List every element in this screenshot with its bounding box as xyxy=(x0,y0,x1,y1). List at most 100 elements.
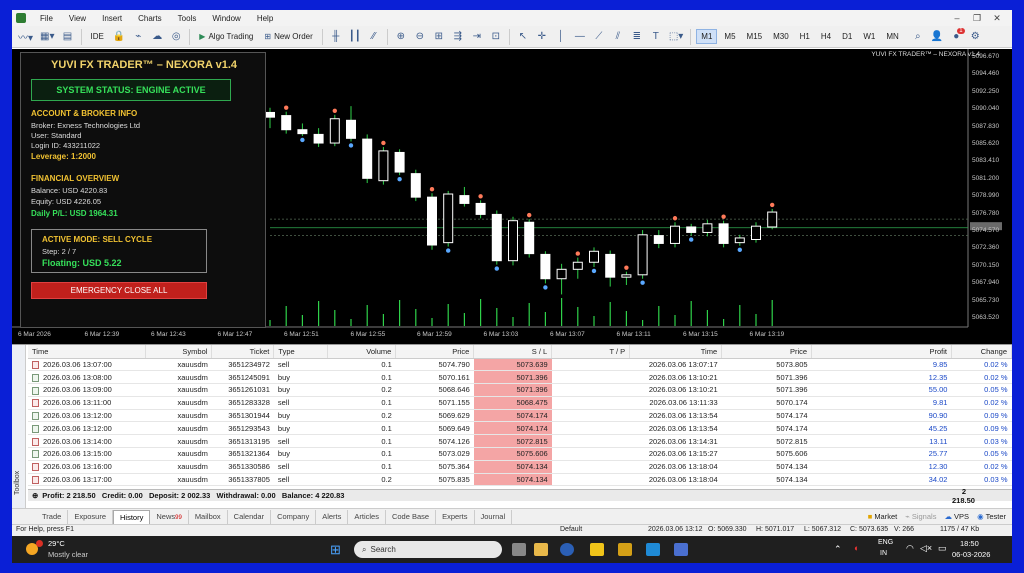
tray-security-icon[interactable]: ◐ xyxy=(854,543,859,553)
settings-icon[interactable]: ⚙ xyxy=(967,29,983,45)
col-ticket[interactable]: Ticket xyxy=(211,345,275,359)
close-icon[interactable]: ✕ xyxy=(990,12,1004,24)
table-row[interactable]: 2026.03.06 13:17:00 xauusdm 3651337805 sell… xyxy=(28,473,1012,487)
battery-icon[interactable]: ▭ xyxy=(938,543,947,554)
summary-expand-icon[interactable]: ⊕ xyxy=(32,491,38,500)
timeframe-h4[interactable]: H4 xyxy=(817,30,835,43)
crosshair-icon[interactable]: ✛ xyxy=(534,29,550,45)
tab-experts[interactable]: Experts xyxy=(436,509,475,524)
table-row[interactable]: 2026.03.06 13:11:00 xauusdm 3651283328 sell… xyxy=(28,396,1012,410)
col-profit[interactable]: Profit xyxy=(811,345,952,359)
timeframe-m30[interactable]: M30 xyxy=(769,30,793,43)
menu-file[interactable]: File xyxy=(32,14,61,23)
new-order-button[interactable]: ⊞ New Order xyxy=(260,29,316,45)
col-change[interactable]: Change xyxy=(951,345,1012,359)
vps-icon[interactable]: ☁ xyxy=(149,29,165,45)
zoom-out-icon[interactable]: ⊖ xyxy=(412,29,428,45)
timeframe-mn[interactable]: MN xyxy=(882,30,902,43)
zoom-in-icon[interactable]: ⊕ xyxy=(393,29,409,45)
fibonacci-icon[interactable]: ≣ xyxy=(629,29,645,45)
chart-shift-icon[interactable]: ⇥ xyxy=(469,29,485,45)
timeframe-d1[interactable]: D1 xyxy=(838,30,856,43)
tab-company[interactable]: Company xyxy=(271,509,317,524)
menu-insert[interactable]: Insert xyxy=(94,14,130,23)
table-row[interactable]: 2026.03.06 13:09:00 xauusdm 3651261031 buy 0… xyxy=(28,383,1012,397)
col-time[interactable]: Time xyxy=(28,345,147,359)
indicators-icon[interactable]: ⊡ xyxy=(488,29,504,45)
algo-trading-button[interactable]: ▶ Algo Trading xyxy=(195,29,257,45)
timeframe-m15[interactable]: M15 xyxy=(743,30,767,43)
tab-history[interactable]: History xyxy=(113,509,151,524)
timeframe-m1[interactable]: M1 xyxy=(696,29,718,44)
tab-exposure[interactable]: Exposure xyxy=(68,509,114,524)
vps-button[interactable]: ☁ VPS xyxy=(944,512,969,521)
metatrader-task-icon[interactable] xyxy=(646,543,660,556)
toolbox-side-tab[interactable]: Toolbox xyxy=(12,345,26,513)
ide-button[interactable]: IDE xyxy=(87,29,108,45)
table-row[interactable]: 2026.03.06 13:12:00 xauusdm 3651301944 buy 0… xyxy=(28,409,1012,423)
template-icon[interactable]: ▦▾ xyxy=(38,29,56,45)
tab-code-base[interactable]: Code Base xyxy=(386,509,437,524)
grid-icon[interactable]: ⊞ xyxy=(431,29,447,45)
col-close-time[interactable]: Time xyxy=(629,345,723,359)
table-row[interactable]: 2026.03.06 13:14:00 xauusdm 3651313195 sell… xyxy=(28,434,1012,449)
signals-button[interactable]: ⌁ Signals xyxy=(905,512,936,521)
signal-icon[interactable]: ⌁ xyxy=(130,29,146,45)
tab-mailbox[interactable]: Mailbox xyxy=(189,509,228,524)
text-tool-icon[interactable]: T xyxy=(648,29,664,45)
menu-help[interactable]: Help xyxy=(249,14,281,23)
tray-chevron-icon[interactable]: ⌃ xyxy=(834,544,842,555)
volume-icon[interactable]: ◁× xyxy=(920,543,932,554)
hp-app-icon[interactable] xyxy=(560,543,574,556)
taskbar-search[interactable]: ⌕ Search xyxy=(354,541,502,558)
table-row[interactable]: 2026.03.06 13:12:00 xauusdm 3651293543 buy 0… xyxy=(28,421,1012,436)
menu-window[interactable]: Window xyxy=(204,14,248,23)
tab-trade[interactable]: Trade xyxy=(36,509,69,524)
network-app-icon[interactable] xyxy=(674,543,688,556)
profiles-icon[interactable]: ▤ xyxy=(60,29,76,45)
table-row[interactable]: 2026.03.06 13:07:00 xauusdm 3651234972 sell… xyxy=(28,358,1012,372)
cursor-icon[interactable]: ↖ xyxy=(515,29,531,45)
timeframe-m5[interactable]: M5 xyxy=(720,30,739,43)
emergency-close-all-button[interactable]: EMERGENCY CLOSE ALL xyxy=(31,282,207,299)
col-price[interactable]: Price xyxy=(395,345,475,359)
account-icon[interactable]: 👤 xyxy=(929,29,945,45)
wifi-icon[interactable]: ◠ xyxy=(906,543,914,554)
price-chart[interactable]: YUVI FX TRADER™ – NEXORA v1.4 5096.670 50… xyxy=(12,49,1012,344)
search-icon[interactable]: ⌕ xyxy=(910,29,926,45)
col-close-price[interactable]: Price xyxy=(721,345,813,359)
file-explorer-icon[interactable] xyxy=(534,543,548,556)
tab-alerts[interactable]: Alerts xyxy=(316,509,349,524)
tab-calendar[interactable]: Calendar xyxy=(228,509,272,524)
notifications-icon[interactable]: ● 1 xyxy=(948,27,965,45)
horizontal-line-icon[interactable]: — xyxy=(572,29,588,45)
trendline-icon[interactable]: ⟋ xyxy=(591,29,607,45)
windows-start-icon[interactable]: ⊞ xyxy=(330,542,341,558)
col-volume[interactable]: Volume xyxy=(327,345,397,359)
col-type[interactable]: Type xyxy=(273,345,329,359)
channel-icon[interactable]: ⫽ xyxy=(610,29,626,45)
col-tp[interactable]: T / P xyxy=(551,345,631,359)
restore-icon[interactable]: ❐ xyxy=(970,12,984,24)
chart-type-icon[interactable]: 〰▾ xyxy=(16,29,35,45)
market-button[interactable]: ■ Market xyxy=(868,512,898,521)
menu-tools[interactable]: Tools xyxy=(170,14,205,23)
col-symbol[interactable]: Symbol xyxy=(145,345,213,359)
market-icon[interactable]: ◎ xyxy=(168,29,184,45)
menu-charts[interactable]: Charts xyxy=(130,14,170,23)
tab-articles[interactable]: Articles xyxy=(348,509,386,524)
minimize-icon[interactable]: – xyxy=(950,12,964,24)
timeframe-w1[interactable]: W1 xyxy=(859,30,879,43)
line-chart-icon[interactable]: ⁄⁄ xyxy=(366,29,382,45)
table-row[interactable]: 2026.03.06 13:15:00 xauusdm 3651321364 buy 0… xyxy=(28,447,1012,461)
sticky-notes-icon[interactable] xyxy=(590,543,604,556)
tab-news[interactable]: News99 xyxy=(150,509,189,524)
col-sl[interactable]: S / L xyxy=(473,345,553,359)
candles-icon[interactable]: ┃┃ xyxy=(347,29,363,45)
menu-view[interactable]: View xyxy=(61,14,94,23)
lock-icon[interactable]: 🔒 xyxy=(111,29,127,45)
tab-journal[interactable]: Journal xyxy=(475,509,513,524)
notes-app-icon[interactable] xyxy=(618,543,632,556)
table-row[interactable]: 2026.03.06 13:08:00 xauusdm 3651245091 buy 0… xyxy=(28,370,1012,385)
timeframe-h1[interactable]: H1 xyxy=(796,30,814,43)
